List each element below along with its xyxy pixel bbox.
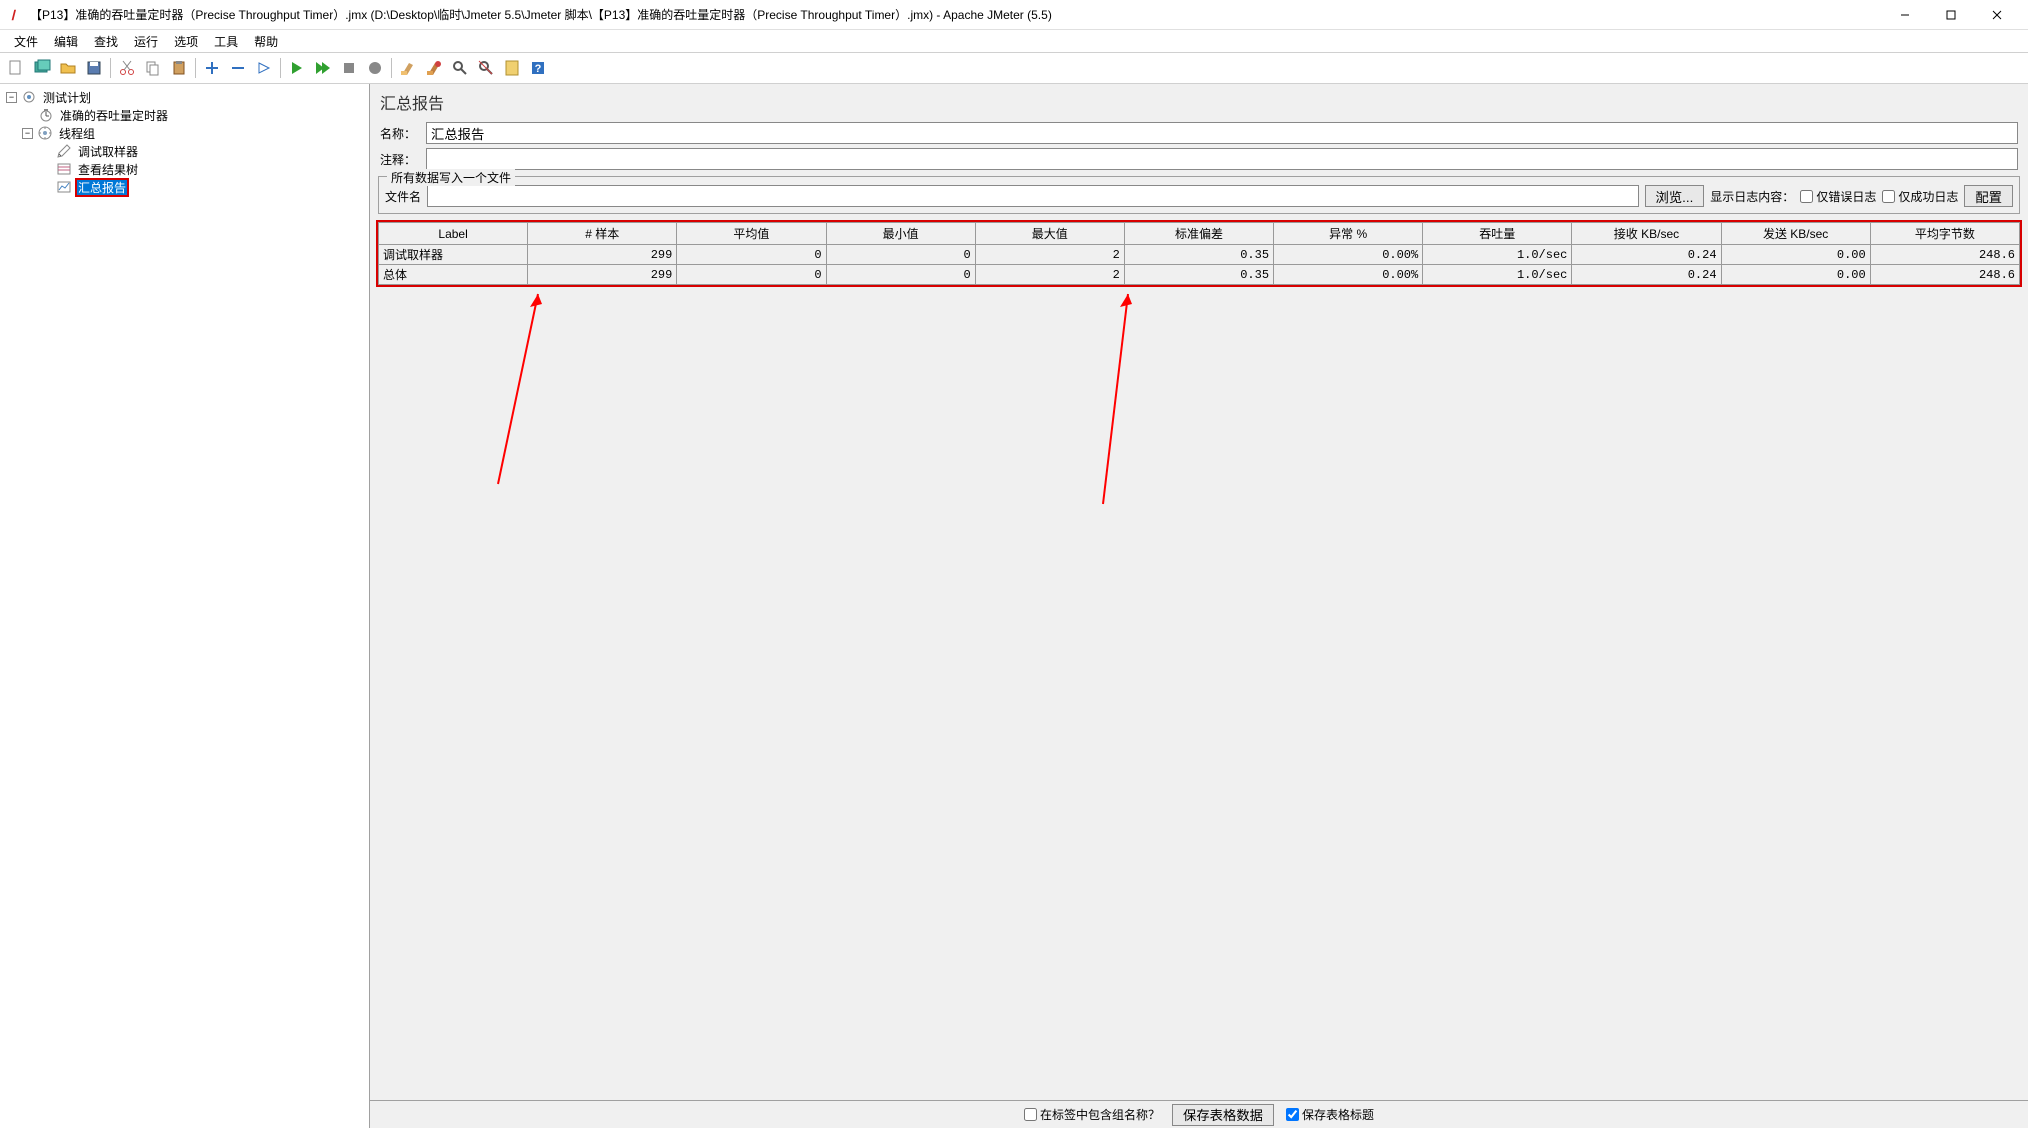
tree-item-sampler[interactable]: 调试取样器	[4, 142, 365, 160]
tree-label: 准确的吞吐量定时器	[58, 107, 170, 124]
results-table-highlight: Label # 样本 平均值 最小值 最大值 标准偏差 异常 % 吞吐量 接收 …	[378, 222, 2020, 285]
open-icon[interactable]	[56, 56, 80, 80]
templates-icon[interactable]	[30, 56, 54, 80]
comment-label: 注释：	[380, 151, 420, 168]
menu-edit[interactable]: 编辑	[46, 31, 86, 52]
close-button[interactable]	[1974, 0, 2020, 30]
file-output-fieldset: 所有数据写入一个文件 文件名 浏览... 显示日志内容： 仅错误日志 仅成功日志…	[378, 176, 2020, 214]
tree-root[interactable]: − 测试计划	[4, 88, 365, 106]
search-icon[interactable]	[448, 56, 472, 80]
tree-item-timer[interactable]: 准确的吞吐量定时器	[4, 106, 365, 124]
tree-label: 查看结果树	[76, 161, 140, 178]
menu-search[interactable]: 查找	[86, 31, 126, 52]
collapse-toggle-icon[interactable]: −	[6, 92, 17, 103]
tree-label: 线程组	[57, 125, 97, 142]
results-tree-icon	[56, 161, 72, 177]
browse-button[interactable]: 浏览...	[1645, 185, 1705, 207]
summary-report-icon	[56, 179, 72, 195]
clear-icon[interactable]	[396, 56, 420, 80]
collapse-icon[interactable]	[226, 56, 250, 80]
col-min[interactable]: 最小值	[826, 223, 975, 245]
empty-area	[378, 289, 2020, 1100]
help-icon[interactable]: ?	[526, 56, 550, 80]
start-no-pause-icon[interactable]	[311, 56, 335, 80]
minimize-button[interactable]	[1882, 0, 1928, 30]
cut-icon[interactable]	[115, 56, 139, 80]
menu-options[interactable]: 选项	[166, 31, 206, 52]
include-group-checkbox[interactable]: 在标签中包含组名称？	[1024, 1106, 1160, 1123]
paste-icon[interactable]	[167, 56, 191, 80]
testplan-icon	[21, 89, 37, 105]
tree-label-selected: 汇总报告	[76, 179, 128, 196]
expand-icon[interactable]	[200, 56, 224, 80]
errors-only-checkbox[interactable]: 仅错误日志	[1800, 188, 1876, 205]
window-title: 【P13】准确的吞吐量定时器（Precise Throughput Timer）…	[30, 6, 1882, 23]
tree-label: 测试计划	[41, 89, 93, 106]
function-helper-icon[interactable]	[500, 56, 524, 80]
col-samples[interactable]: # 样本	[528, 223, 677, 245]
annotation-arrow-icon	[488, 289, 548, 489]
tree-item-threadgroup[interactable]: − 线程组	[4, 124, 365, 142]
col-stddev[interactable]: 标准偏差	[1124, 223, 1273, 245]
panel-title: 汇总报告	[370, 84, 2028, 120]
threadgroup-icon	[37, 125, 53, 141]
menu-help[interactable]: 帮助	[246, 31, 286, 52]
col-sent[interactable]: 发送 KB/sec	[1721, 223, 1870, 245]
sampler-icon	[56, 143, 72, 159]
annotation-arrow-icon	[1093, 289, 1143, 509]
col-avg[interactable]: 平均值	[677, 223, 826, 245]
menu-file[interactable]: 文件	[6, 31, 46, 52]
menu-run[interactable]: 运行	[126, 31, 166, 52]
save-icon[interactable]	[82, 56, 106, 80]
configure-button[interactable]: 配置	[1964, 185, 2013, 207]
start-icon[interactable]	[285, 56, 309, 80]
col-max[interactable]: 最大值	[975, 223, 1124, 245]
maximize-button[interactable]	[1928, 0, 1974, 30]
tree-item-summary[interactable]: 汇总报告	[4, 178, 365, 196]
tree-label: 调试取样器	[76, 143, 140, 160]
col-label[interactable]: Label	[379, 223, 528, 245]
copy-icon[interactable]	[141, 56, 165, 80]
collapse-toggle-icon[interactable]: −	[22, 128, 33, 139]
name-label: 名称：	[380, 125, 420, 142]
filename-label: 文件名	[385, 188, 421, 205]
titlebar: 【P13】准确的吞吐量定时器（Precise Throughput Timer）…	[0, 0, 2028, 30]
toolbar: ?	[0, 52, 2028, 84]
table-row[interactable]: 总体 299 0 0 2 0.35 0.00% 1.0/sec 0.24 0.0…	[379, 265, 2020, 285]
col-bytes[interactable]: 平均字节数	[1870, 223, 2019, 245]
filename-input[interactable]	[427, 185, 1639, 207]
log-display-label: 显示日志内容：	[1710, 188, 1794, 205]
clear-all-icon[interactable]	[422, 56, 446, 80]
col-throughput[interactable]: 吞吐量	[1423, 223, 1572, 245]
col-recv[interactable]: 接收 KB/sec	[1572, 223, 1721, 245]
reset-search-icon[interactable]	[474, 56, 498, 80]
tree-panel[interactable]: − 测试计划 准确的吞吐量定时器 − 线程组 调试取样器	[0, 84, 370, 1128]
fieldset-legend: 所有数据写入一个文件	[387, 169, 515, 186]
stop-icon[interactable]	[337, 56, 361, 80]
save-table-button[interactable]: 保存表格数据	[1172, 1104, 1274, 1126]
name-input[interactable]	[426, 122, 2018, 144]
svg-text:?: ?	[535, 63, 542, 75]
menubar: 文件 编辑 查找 运行 选项 工具 帮助	[0, 30, 2028, 52]
success-only-checkbox[interactable]: 仅成功日志	[1882, 188, 1958, 205]
detail-panel: 汇总报告 名称： 注释： 所有数据写入一个文件 文件名 浏览... 显示日志内容…	[370, 84, 2028, 1128]
app-icon	[8, 7, 24, 23]
menu-tools[interactable]: 工具	[206, 31, 246, 52]
timer-icon	[38, 107, 54, 123]
col-error[interactable]: 异常 %	[1274, 223, 1423, 245]
shutdown-icon[interactable]	[363, 56, 387, 80]
new-icon[interactable]	[4, 56, 28, 80]
tree-item-resulttree[interactable]: 查看结果树	[4, 160, 365, 178]
bottom-bar: 在标签中包含组名称？ 保存表格数据 保存表格标题	[370, 1100, 2028, 1128]
toggle-icon[interactable]	[252, 56, 276, 80]
table-row[interactable]: 调试取样器 299 0 0 2 0.35 0.00% 1.0/sec 0.24 …	[379, 245, 2020, 265]
comment-input[interactable]	[426, 148, 2018, 170]
save-header-checkbox[interactable]: 保存表格标题	[1286, 1106, 1374, 1123]
results-table[interactable]: Label # 样本 平均值 最小值 最大值 标准偏差 异常 % 吞吐量 接收 …	[378, 222, 2020, 285]
